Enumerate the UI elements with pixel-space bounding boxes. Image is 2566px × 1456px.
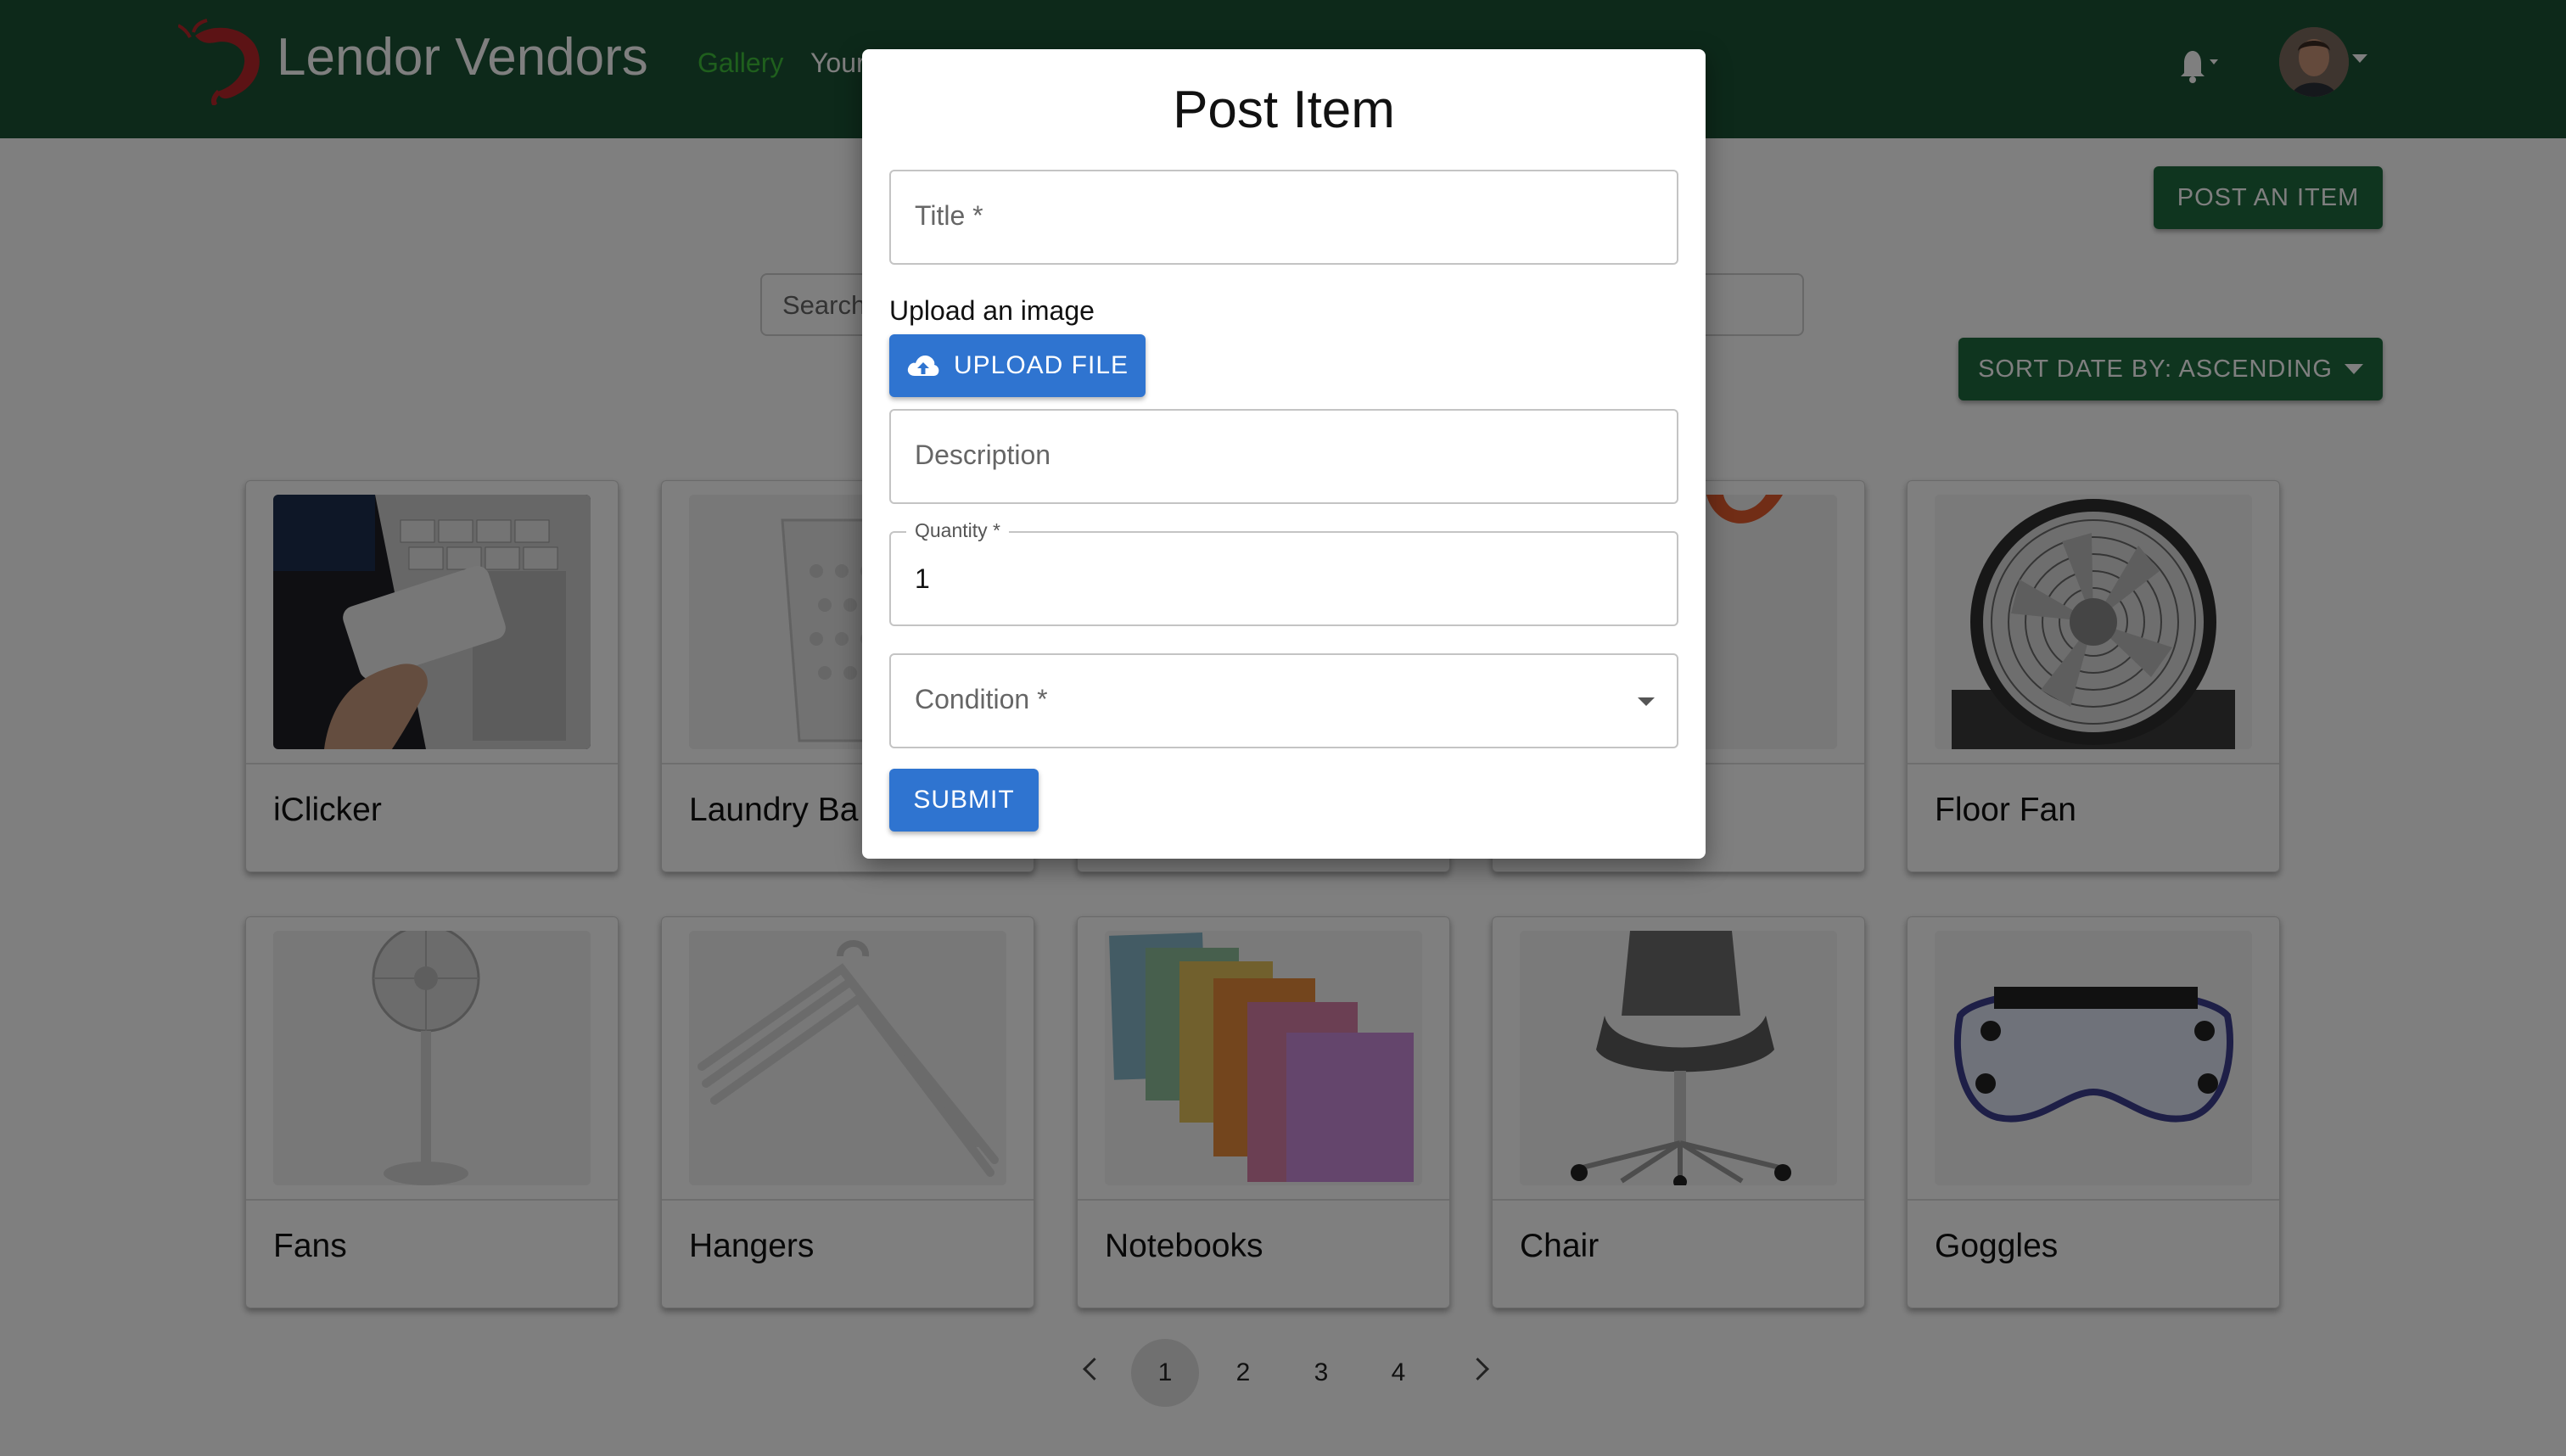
description-field-label: Description	[915, 440, 1051, 470]
upload-file-label: UPLOAD FILE	[953, 351, 1129, 379]
condition-select[interactable]: Condition *	[889, 653, 1678, 748]
modal-title: Post Item	[1173, 81, 1395, 139]
title-field[interactable]: Title *	[889, 170, 1678, 265]
upload-file-button[interactable]: UPLOAD FILE	[889, 334, 1146, 397]
upload-image-label: Upload an image	[889, 295, 1095, 326]
condition-field-label: Condition *	[915, 684, 1048, 714]
cloud-upload-icon	[907, 355, 939, 376]
title-field-label: Title *	[915, 200, 983, 231]
submit-button[interactable]: SUBMIT	[889, 769, 1039, 832]
post-item-modal: Post Item Title * Upload an image UPLOAD…	[862, 49, 1706, 859]
quantity-field[interactable]: Quantity * 1	[889, 519, 1678, 626]
description-field[interactable]: Description	[889, 409, 1678, 504]
chevron-down-icon	[1638, 697, 1655, 706]
quantity-field-label: Quantity *	[906, 519, 1009, 542]
quantity-value: 1	[915, 563, 930, 594]
